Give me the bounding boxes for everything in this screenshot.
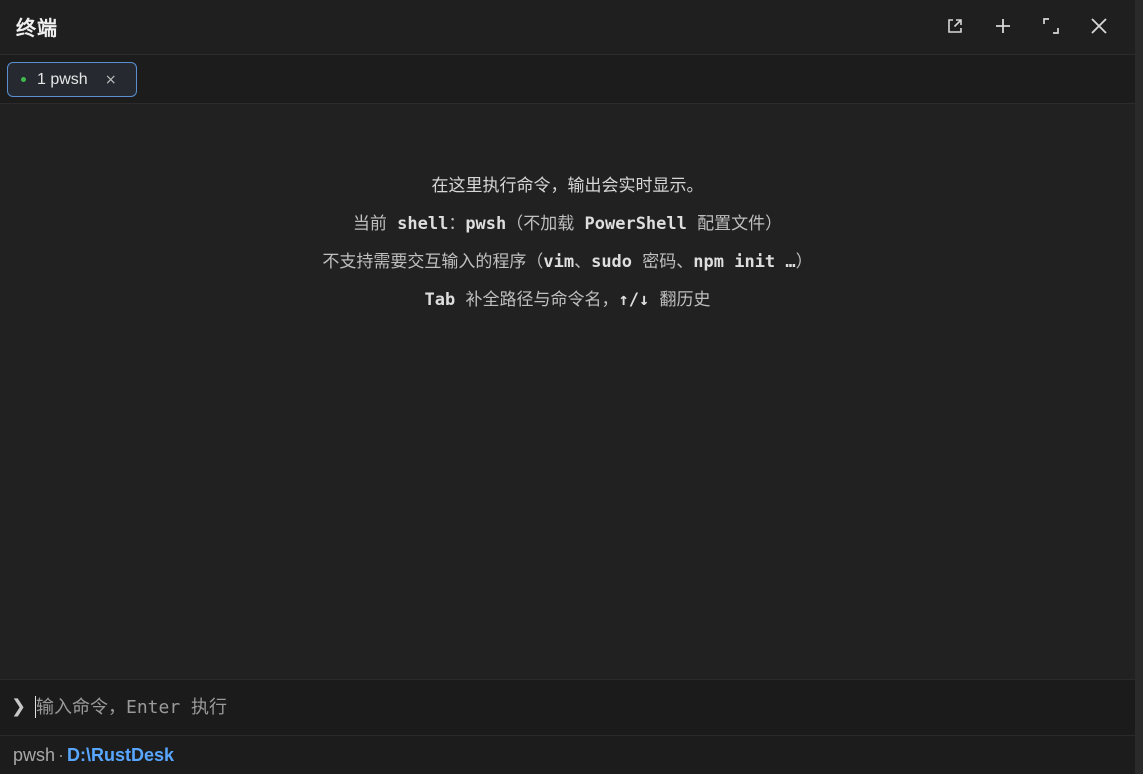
status-shell: pwsh (13, 745, 56, 765)
terminal-output[interactable]: 在这里执行命令，输出会实时显示。 当前 shell：pwsh（不加载 Power… (0, 104, 1135, 679)
hint-line-4: Tab 补全路径与命令名，↑/↓ 翻历史 (0, 285, 1135, 310)
hint-code: npm init … (693, 252, 796, 272)
hint-text: 补全路径与命令名， (455, 290, 619, 310)
hint-line-3: 不支持需要交互输入的程序（vim、sudo 密码、npm init …） (0, 247, 1135, 272)
hint-code: shell (397, 214, 449, 234)
hint-code: vim (543, 252, 575, 272)
close-icon (1091, 18, 1107, 34)
external-link-icon (948, 19, 962, 33)
close-panel-button[interactable] (1083, 12, 1115, 40)
running-status-dot (21, 77, 26, 82)
hint-text: 、 (574, 252, 592, 272)
tab-close-icon[interactable]: × (104, 72, 118, 88)
hint-text: （不加载 (506, 214, 585, 234)
hint-code: pwsh (465, 214, 507, 234)
plus-icon (996, 19, 1010, 33)
hint-text: ） (795, 252, 813, 272)
hint-line-1: 在这里执行命令，输出会实时显示。 (431, 176, 704, 196)
hint-text: 密码、 (632, 252, 694, 272)
command-input[interactable] (36, 692, 1116, 722)
terminal-panel: 终端 1 pwsh × 在这里执行命令，输出会实时显示。 当前 shell：pw… (0, 0, 1143, 774)
hint-code: Tab (424, 290, 456, 310)
hint-text: 不支持需要交互输入的程序（ (322, 252, 544, 272)
command-row: ❯ (0, 679, 1135, 735)
status-bar: pwsh · D:\RustDesk (0, 735, 1135, 774)
maximize-button[interactable] (1035, 12, 1067, 40)
title-actions (939, 12, 1115, 40)
status-cwd[interactable]: D:\RustDesk (67, 745, 174, 765)
hint-code: PowerShell (584, 214, 687, 234)
hint-code: sudo (591, 252, 633, 272)
hint-text: 当前 (352, 214, 398, 234)
title-bar: 终端 (0, 0, 1135, 55)
prompt-chevron-icon: ❯ (11, 696, 27, 717)
new-terminal-button[interactable] (987, 12, 1019, 40)
expand-icon (1043, 18, 1059, 34)
hint-line-2: 当前 shell：pwsh（不加载 PowerShell 配置文件） (0, 209, 1135, 234)
status-separator: · (58, 745, 65, 765)
tab-label: 1 pwsh (37, 70, 88, 88)
tab-strip: 1 pwsh × (0, 55, 1135, 104)
hint-text: ： (448, 214, 466, 234)
hint-code: ↑/↓ (618, 290, 650, 310)
hint-text: 翻历史 (649, 290, 711, 310)
panel-title: 终端 (16, 16, 58, 40)
popout-button[interactable] (939, 12, 971, 40)
scrollbar-track[interactable] (1135, 0, 1143, 774)
tab-pwsh[interactable]: 1 pwsh × (7, 62, 137, 97)
hint-text: 配置文件） (686, 214, 783, 234)
